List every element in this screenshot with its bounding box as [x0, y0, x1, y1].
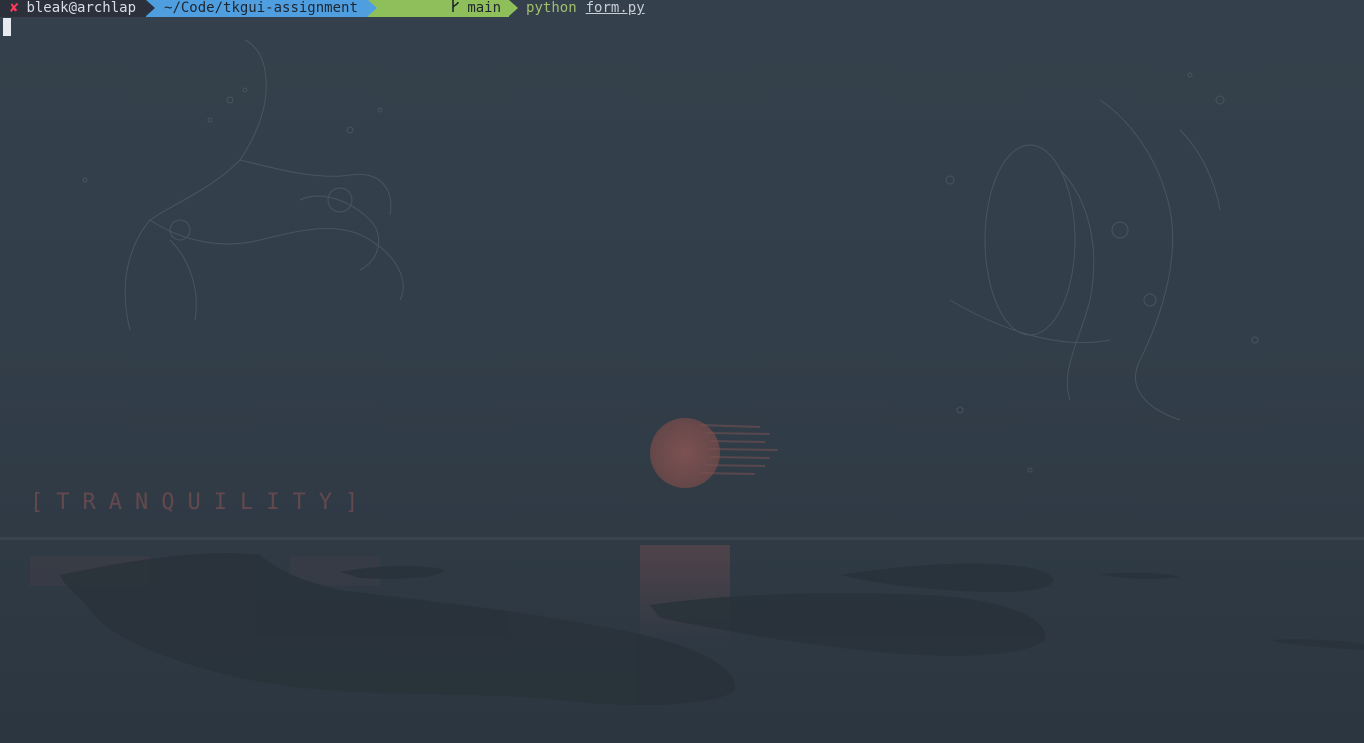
- segment-separator-arrow: [146, 0, 156, 16]
- prompt-path-segment: ~/Code/tkgui-assignment: [146, 0, 377, 17]
- command-name: python: [526, 0, 577, 16]
- shell-prompt: ✘ bleak@archlap ~/Code/tkgui-assignment …: [0, 0, 645, 17]
- wallpaper-background: [0, 39, 1364, 706]
- constellation-right-image: [945, 72, 1259, 473]
- prompt-status-segment: ✘ bleak@archlap: [0, 0, 156, 17]
- prompt-user-host: bleak@archlap: [26, 0, 137, 16]
- terminal-cursor: [3, 18, 11, 36]
- segment-separator-arrow: [367, 0, 377, 16]
- wallpaper-caption: [TRANQUILITY]: [30, 490, 372, 515]
- error-status-icon: ✘: [10, 0, 19, 16]
- prompt-git-segment: main: [367, 0, 519, 17]
- prompt-path: ~/Code/tkgui-assignment: [164, 0, 358, 16]
- segment-separator-arrow: [509, 0, 519, 16]
- git-branch-icon: [384, 0, 460, 35]
- prompt-git-branch: main: [467, 0, 502, 16]
- terminal-window[interactable]: ✘ bleak@archlap ~/Code/tkgui-assignment …: [0, 0, 1364, 743]
- command-argument-file[interactable]: form.py: [586, 0, 645, 17]
- constellation-left-image: [82, 39, 404, 331]
- setting-sun-image: [650, 418, 779, 488]
